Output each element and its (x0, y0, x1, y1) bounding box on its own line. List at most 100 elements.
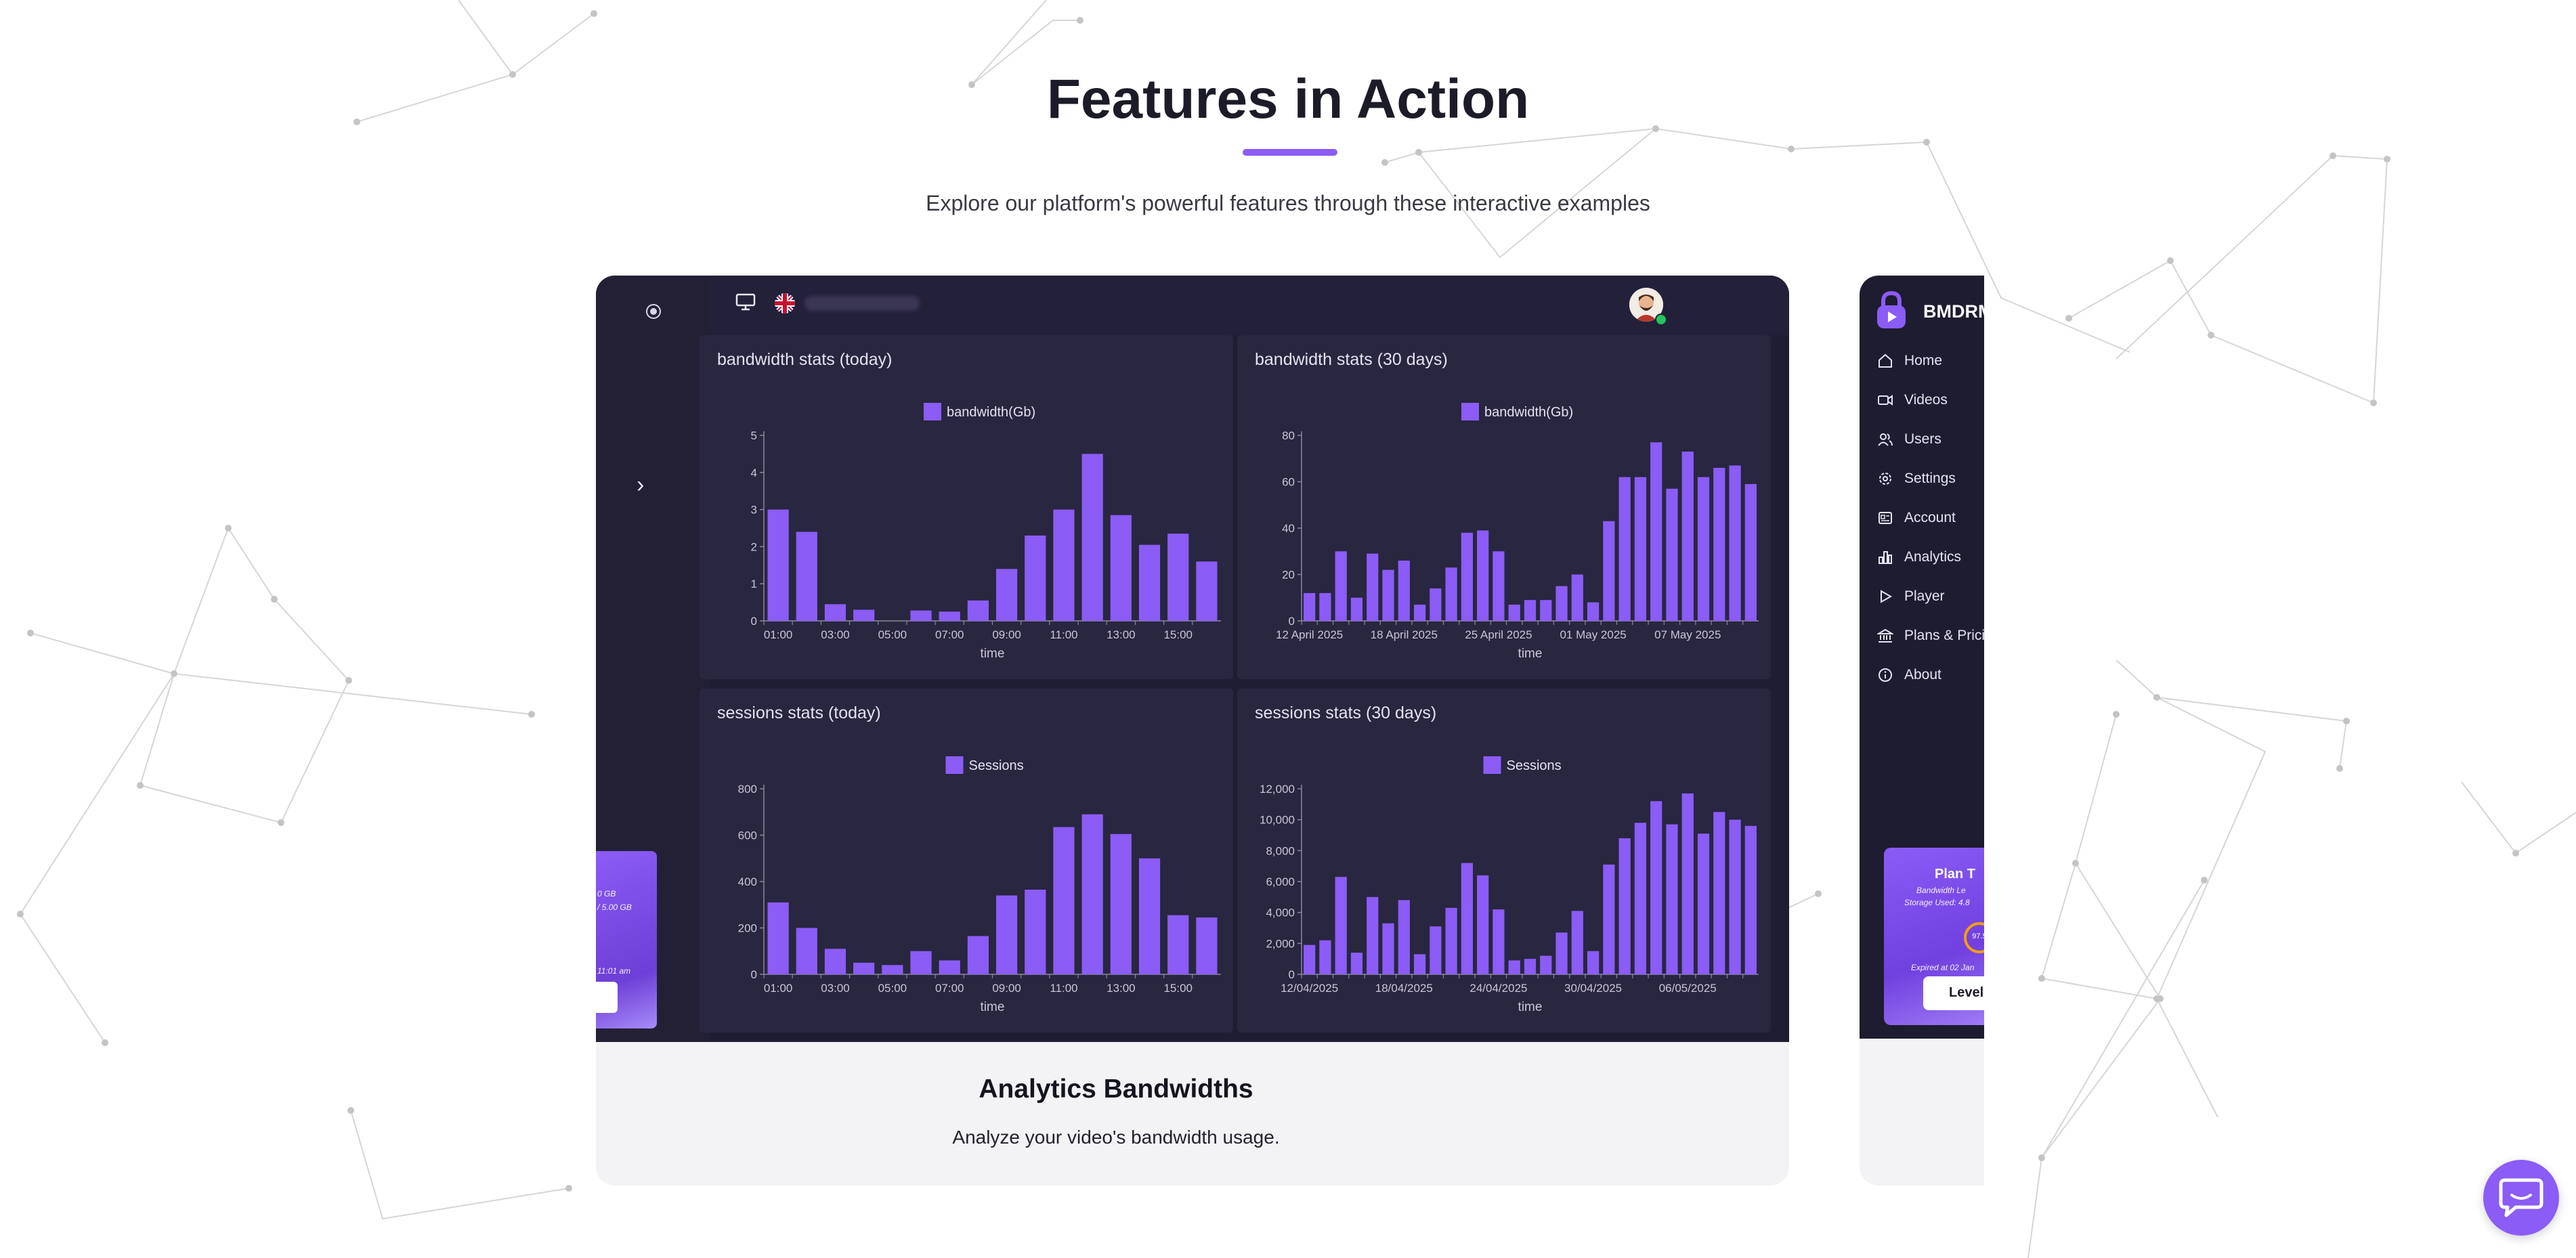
bank-icon (1877, 628, 1893, 643)
bar (1110, 515, 1132, 621)
bar (1025, 535, 1046, 621)
feature-card-next[interactable]: BMDRM Home Videos Users Settings Account… (1860, 276, 1984, 1186)
bar (1634, 477, 1647, 621)
x-tick-label: 07:00 (935, 982, 964, 995)
x-tick-label: 24/04/2025 (1469, 982, 1527, 995)
y-tick-label: 60 (1282, 476, 1295, 489)
bar (967, 936, 989, 974)
bar (1508, 960, 1520, 974)
bar (1697, 477, 1710, 621)
bar (1634, 823, 1647, 974)
legend-label: Sessions (969, 758, 1024, 773)
bar (1493, 909, 1505, 974)
y-tick-label: 12,000 (1260, 783, 1295, 796)
bar (1713, 812, 1725, 974)
y-tick-label: 4,000 (1266, 907, 1295, 919)
bar (1382, 569, 1394, 621)
bar (1398, 560, 1410, 621)
x-tick-label: 01:00 (764, 628, 793, 641)
bar (1304, 592, 1316, 621)
online-status-dot (1655, 313, 1667, 326)
bar (1650, 801, 1662, 974)
bar (1025, 889, 1046, 974)
x-tick-label: 06/05/2025 (1659, 982, 1717, 995)
x-tick-label: 30/04/2025 (1564, 982, 1622, 995)
x-axis-label: time (1518, 1000, 1543, 1014)
chat-widget-button[interactable] (2483, 1160, 2559, 1236)
bar (1398, 900, 1410, 974)
bar (939, 611, 960, 621)
nav-item-videos[interactable]: Videos (1877, 387, 1984, 414)
legend-swatch (924, 403, 941, 420)
bar (1713, 467, 1725, 621)
x-tick-label: 15:00 (1163, 628, 1193, 641)
bar (1681, 451, 1694, 621)
app-sidebar: BMDRM Home Videos Users Settings Account… (1860, 276, 1984, 1039)
bar (1319, 940, 1331, 974)
legend-label: Sessions (1507, 758, 1562, 773)
nav-label: Settings (1904, 471, 1956, 486)
bar (995, 569, 1018, 621)
bar (910, 610, 932, 621)
nav-label: Player (1904, 588, 1945, 604)
bar (1618, 838, 1631, 974)
nav-item-settings[interactable]: Settings (1877, 465, 1984, 492)
bar (1461, 863, 1474, 974)
nav-label: Home (1904, 353, 1943, 368)
play-icon (1881, 590, 1893, 603)
chart-panel-bandwidth-today: bandwidth stats (today) bandwidth(Gb) 0 1 2… (700, 335, 1233, 679)
y-tick-label: 20 (1282, 569, 1295, 582)
nav-item-users[interactable]: Users (1877, 426, 1984, 453)
x-tick-label: 13:00 (1107, 982, 1136, 995)
y-tick-label: 0 (751, 615, 757, 628)
y-tick-label: 5 (751, 429, 757, 442)
lock-logo-icon (1877, 290, 1906, 328)
video-icon (1878, 395, 1893, 406)
usage-ring: 97.5 (1964, 922, 1984, 953)
bar (1335, 551, 1347, 621)
bar (1430, 588, 1442, 621)
nav-label: About (1904, 667, 1941, 682)
legend-swatch (945, 756, 964, 774)
plan-line: Storage Used: 4.8 (1904, 898, 1970, 907)
plan-title: Plan T (1934, 867, 1975, 882)
nav-label: Users (1904, 431, 1941, 447)
nav-item-plans-pricing[interactable]: Plans & Pricing (1877, 622, 1984, 649)
nav-item-analytics[interactable]: Analytics (1877, 544, 1984, 571)
legend-swatch (1461, 403, 1479, 420)
chevron-right-icon[interactable]: › (637, 472, 644, 498)
bar (1493, 551, 1505, 621)
nav-item-about[interactable]: About (1877, 661, 1984, 689)
legend-label: bandwidth(Gb) (1484, 405, 1573, 420)
bar (1524, 959, 1537, 974)
bar (910, 951, 932, 974)
y-tick-label: 0 (751, 968, 757, 981)
y-tick-label: 80 (1282, 429, 1295, 442)
plan-button (596, 982, 618, 1013)
bar (1167, 915, 1189, 974)
x-tick-label: 15:00 (1163, 982, 1193, 995)
x-tick-label: 05:00 (878, 628, 907, 641)
sidebar-plan-card: 0 GB / 5.00 GB 11:01 am (596, 851, 657, 1028)
bar (767, 902, 789, 974)
plan-card: Plan T Bandwidth Le Storage Used: 4.8 97… (1884, 848, 1984, 1025)
chat-icon (2499, 1178, 2543, 1217)
nav-item-account[interactable]: Account (1877, 504, 1984, 532)
nav-label: Videos (1904, 392, 1948, 408)
feature-card-analytics[interactable]: › 0 GB / 5.00 GB 11:01 am bandwidth stat… (596, 276, 1789, 1186)
bar (1138, 544, 1161, 621)
bar (1477, 530, 1489, 621)
bar (1524, 600, 1537, 621)
nav-item-home[interactable]: Home (1877, 347, 1984, 374)
x-tick-label: 13:00 (1107, 628, 1136, 641)
monitor-icon (735, 293, 756, 311)
bar (1138, 858, 1161, 974)
chart-panel-bandwidth-30days: bandwidth stats (30 days) bandwidth(Gb) 0… (1237, 335, 1771, 679)
bar (1555, 932, 1568, 974)
y-tick-label: 0 (1289, 968, 1295, 981)
x-tick-label: 01 May 2025 (1560, 628, 1626, 641)
account-card-icon (1879, 512, 1892, 524)
nav-label: Analytics (1904, 549, 1962, 565)
bar (1477, 875, 1489, 974)
nav-item-player[interactable]: Player (1877, 583, 1984, 610)
